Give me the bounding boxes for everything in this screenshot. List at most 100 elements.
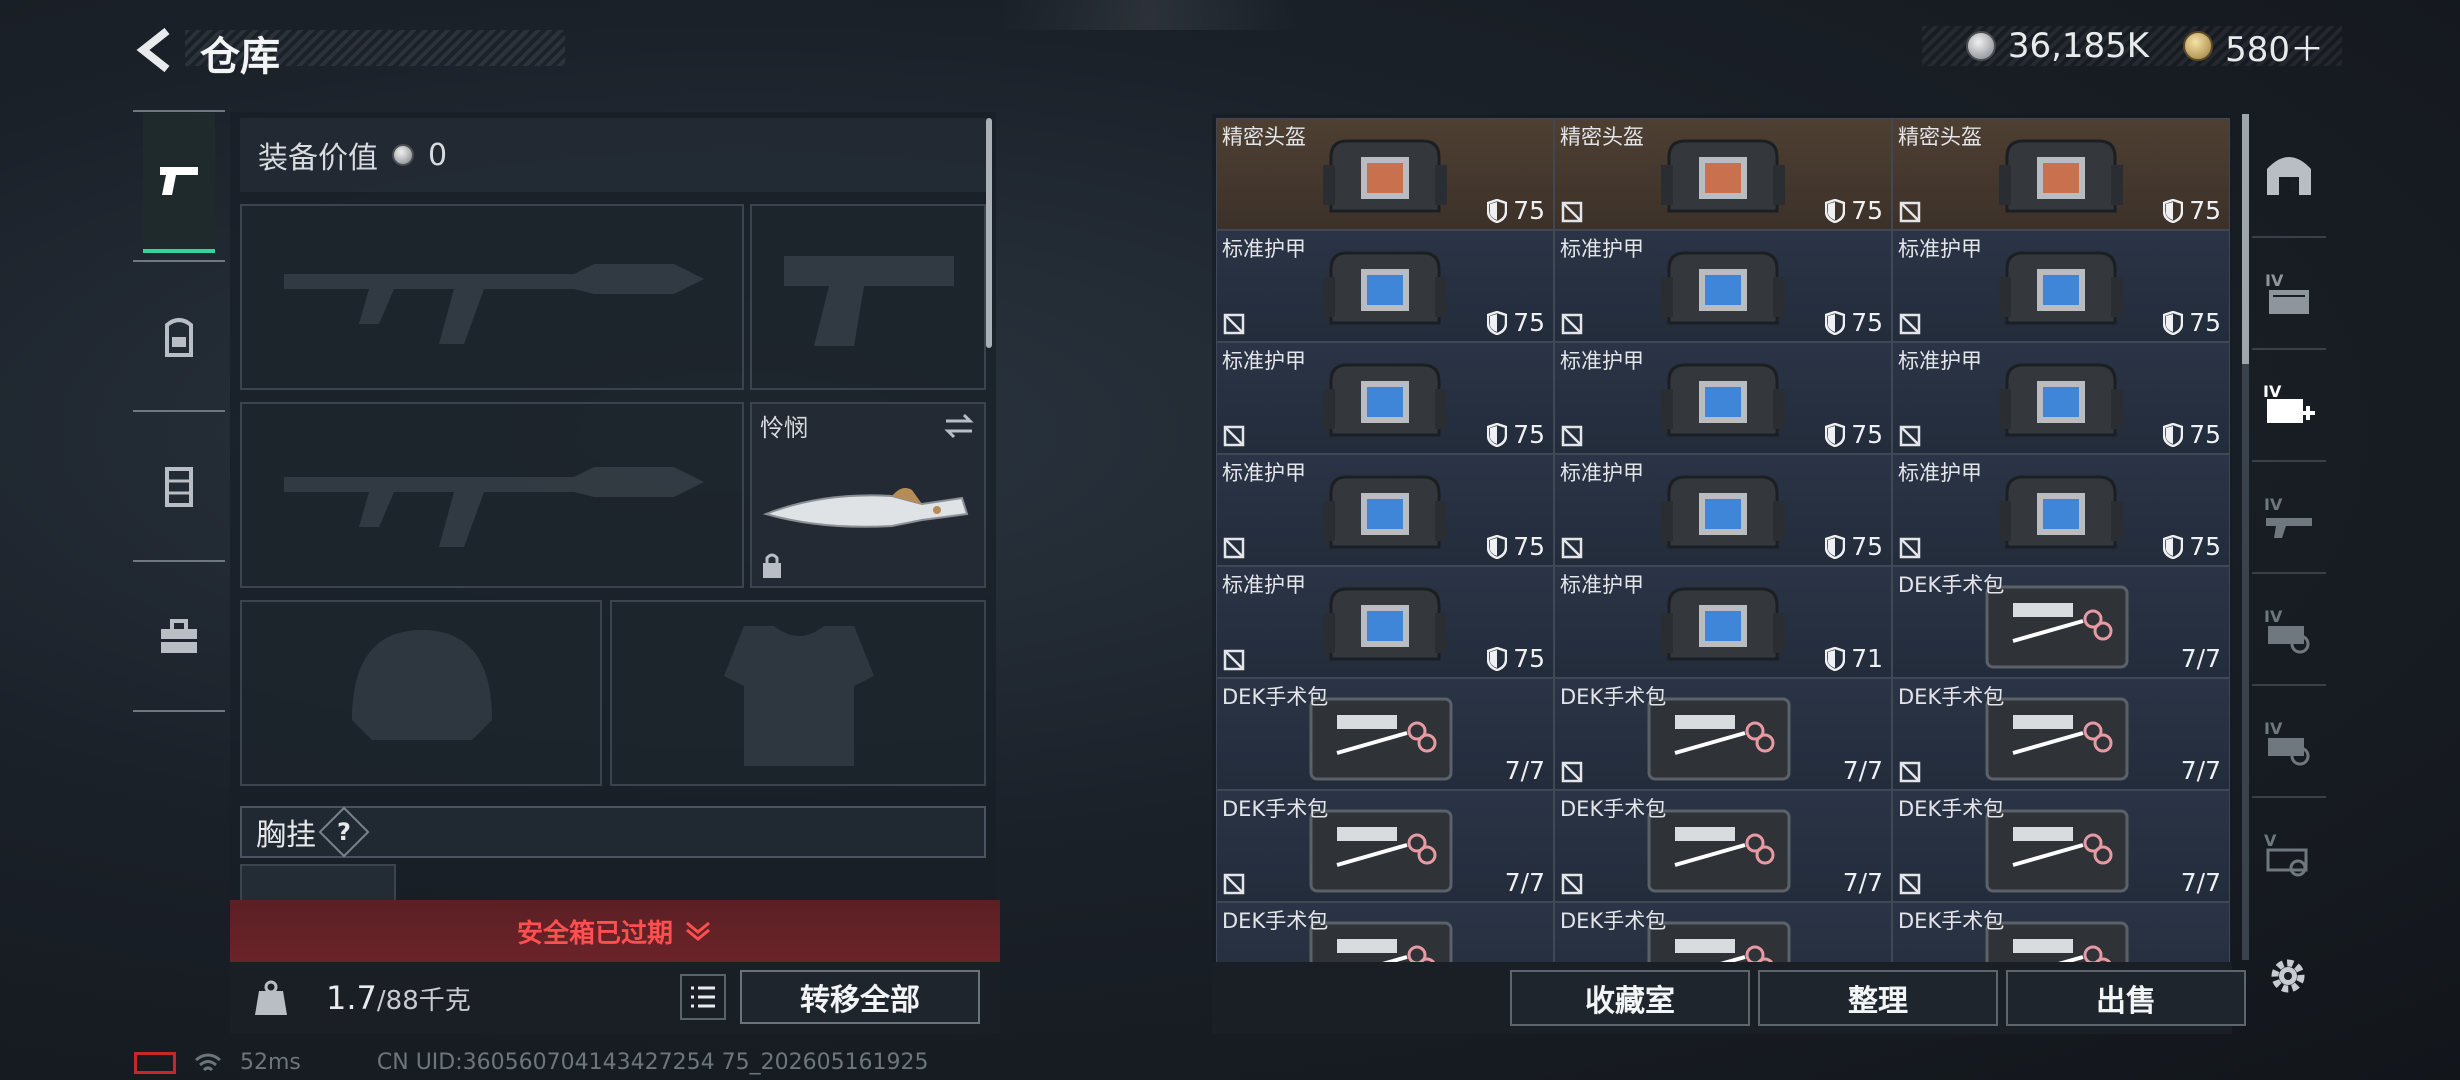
- warehouse-grid[interactable]: 精密头盔 75 精密头盔 75 精密头盔 75 标准护甲 75 标准护甲 75 标准护甲 75 标准护甲…: [1212, 114, 2232, 962]
- grid-item-armor[interactable]: 标准护甲 75: [1216, 566, 1554, 678]
- grid-item-armor[interactable]: 标准护甲 75: [1892, 342, 2230, 454]
- safe-box-expired-text: 安全箱已过期: [516, 918, 673, 949]
- grid-scroll-thumb[interactable]: [2242, 114, 2249, 364]
- no-insure-icon: [1223, 313, 1245, 335]
- list-view-button[interactable]: [680, 974, 726, 1020]
- primary-weapon-slot-2[interactable]: [240, 402, 744, 588]
- grid-item-armor[interactable]: 标准护甲 75: [1554, 342, 1892, 454]
- transfer-all-button[interactable]: 转移全部: [740, 970, 980, 1024]
- hand-iv-icon: IV: [2264, 607, 2310, 654]
- collection-button[interactable]: 收藏室: [1510, 970, 1750, 1026]
- grid-item-armor[interactable]: 标准护甲 75: [1892, 454, 2230, 566]
- tab-backpack[interactable]: [133, 262, 225, 412]
- secondary-weapon-slot[interactable]: [750, 204, 986, 390]
- tab-med-iv[interactable]: IV: [2252, 350, 2326, 460]
- grid-item-med[interactable]: DEK手术包: [1554, 902, 1892, 962]
- med-iv-icon: IV: [2263, 382, 2315, 423]
- no-insure-icon: [1899, 201, 1921, 223]
- grid-item-med[interactable]: DEK手术包 7/7: [1892, 678, 2230, 790]
- tab-hand-iv-2[interactable]: IV: [2252, 686, 2326, 796]
- grid-item-armor[interactable]: 标准护甲 75: [1554, 230, 1892, 342]
- helmet-case-icon: [1661, 139, 1785, 213]
- primary-weapon-slot[interactable]: [240, 204, 744, 390]
- tab-weapons[interactable]: [133, 110, 225, 256]
- grid-item-med[interactable]: DEK手术包 7/7: [1554, 678, 1892, 790]
- grid-item-armor[interactable]: 标准护甲 75: [1216, 230, 1554, 342]
- tab-scope-v[interactable]: V: [2252, 798, 2326, 908]
- item-name: 标准护甲: [1898, 237, 1982, 261]
- svg-text:IV: IV: [2265, 271, 2284, 290]
- grid-item-armor[interactable]: 标准护甲 75: [1216, 342, 1554, 454]
- durability-shield-icon: [1825, 310, 1846, 335]
- grid-item-med[interactable]: DEK手术包 7/7: [1892, 790, 2230, 902]
- item-value: 75: [1825, 196, 1883, 225]
- grid-item-med[interactable]: DEK手术包 7/7: [1216, 678, 1554, 790]
- grid-item-med[interactable]: DEK手术包 7/7: [1554, 790, 1892, 902]
- item-name: 精密头盔: [1222, 125, 1306, 149]
- page-title: 仓库: [200, 34, 280, 80]
- durability-shield-icon: [1825, 646, 1846, 671]
- helmet-slot[interactable]: [240, 600, 602, 786]
- durability-shield-icon: [1487, 198, 1508, 223]
- helmet-case-icon: [1323, 139, 1447, 213]
- tab-gun-iv[interactable]: IV: [2252, 462, 2326, 572]
- ping-readout: 52ms: [240, 1050, 301, 1075]
- equipment-scrollbar[interactable]: [986, 118, 992, 348]
- swap-icon[interactable]: [942, 412, 976, 440]
- grid-item-armor[interactable]: 标准护甲 75: [1216, 454, 1554, 566]
- grid-item-med[interactable]: DEK手术包 7/7: [1216, 790, 1554, 902]
- armor-case-icon: [1323, 475, 1447, 549]
- no-insure-icon: [1561, 873, 1583, 895]
- item-name: DEK手术包: [1560, 909, 1667, 933]
- grid-scrollbar[interactable]: [2242, 114, 2249, 960]
- no-insure-icon: [1899, 761, 1921, 783]
- help-button[interactable]: ?: [318, 806, 370, 858]
- grid-item-med[interactable]: DEK手术包 7/7: [1892, 566, 2230, 678]
- sort-button[interactable]: 整理: [1758, 970, 1998, 1026]
- safe-box-expired-banner[interactable]: 安全箱已过期: [230, 900, 1000, 962]
- armor-silhouette-icon: [724, 626, 874, 766]
- gold-amount[interactable]: 580＋: [2225, 22, 2324, 71]
- hand-iv-icon-2: IV: [2264, 719, 2310, 766]
- grid-item-med[interactable]: DEK手术包: [1216, 902, 1554, 962]
- tab-toolbox[interactable]: [133, 562, 225, 712]
- tab-vault[interactable]: [2252, 120, 2326, 230]
- list-icon: [691, 986, 715, 1008]
- uid-readout: CN UID:360560704143427254 75_20260516192…: [376, 1050, 929, 1075]
- grid-item-med[interactable]: DEK手术包: [1892, 902, 2230, 962]
- item-name: DEK手术包: [1560, 685, 1667, 709]
- armor-slot[interactable]: [610, 600, 986, 786]
- back-button[interactable]: [130, 22, 180, 78]
- settings-button[interactable]: [2262, 950, 2314, 1002]
- item-value: 75: [1487, 532, 1545, 561]
- grid-item-armor[interactable]: 标准护甲 75: [1892, 230, 2230, 342]
- tab-hand-iv[interactable]: IV: [2252, 574, 2326, 684]
- pistol-silhouette-icon: [784, 256, 954, 346]
- item-value-text: 75: [1513, 196, 1545, 225]
- melee-name: 怜悯: [760, 414, 808, 442]
- grid-item-armor[interactable]: 标准护甲 71: [1554, 566, 1892, 678]
- no-insure-icon: [1561, 537, 1583, 559]
- tab-vest[interactable]: [133, 412, 225, 562]
- grid-item-armor[interactable]: 标准护甲 75: [1554, 454, 1892, 566]
- armor-case-icon: [1323, 363, 1447, 437]
- chest-rig-label: 胸挂: [256, 818, 316, 853]
- double-chevron-down-icon: [686, 921, 710, 941]
- item-value-text: 7/7: [1842, 756, 1883, 785]
- gold-coin-icon: [2183, 31, 2214, 61]
- grid-item-helmet[interactable]: 精密头盔 75: [1554, 118, 1892, 230]
- item-name: 标准护甲: [1898, 349, 1982, 373]
- svg-text:IV: IV: [2263, 382, 2282, 401]
- sell-button[interactable]: 出售: [2006, 970, 2246, 1026]
- melee-slot[interactable]: 怜悯: [750, 402, 986, 588]
- item-value-text: 7/7: [2180, 644, 2221, 673]
- equipment-value-label: 装备价值: [258, 141, 378, 176]
- tab-storage-iv[interactable]: IV: [2252, 238, 2326, 348]
- grid-item-helmet[interactable]: 精密头盔 75: [1892, 118, 2230, 230]
- toolbox-icon: [161, 619, 197, 653]
- chest-rig-slot[interactable]: [240, 864, 396, 904]
- item-value-text: 75: [1851, 308, 1883, 337]
- helmet-silhouette-icon: [352, 630, 492, 740]
- grid-item-helmet[interactable]: 精密头盔 75: [1216, 118, 1554, 230]
- item-value-text: 7/7: [1504, 868, 1545, 897]
